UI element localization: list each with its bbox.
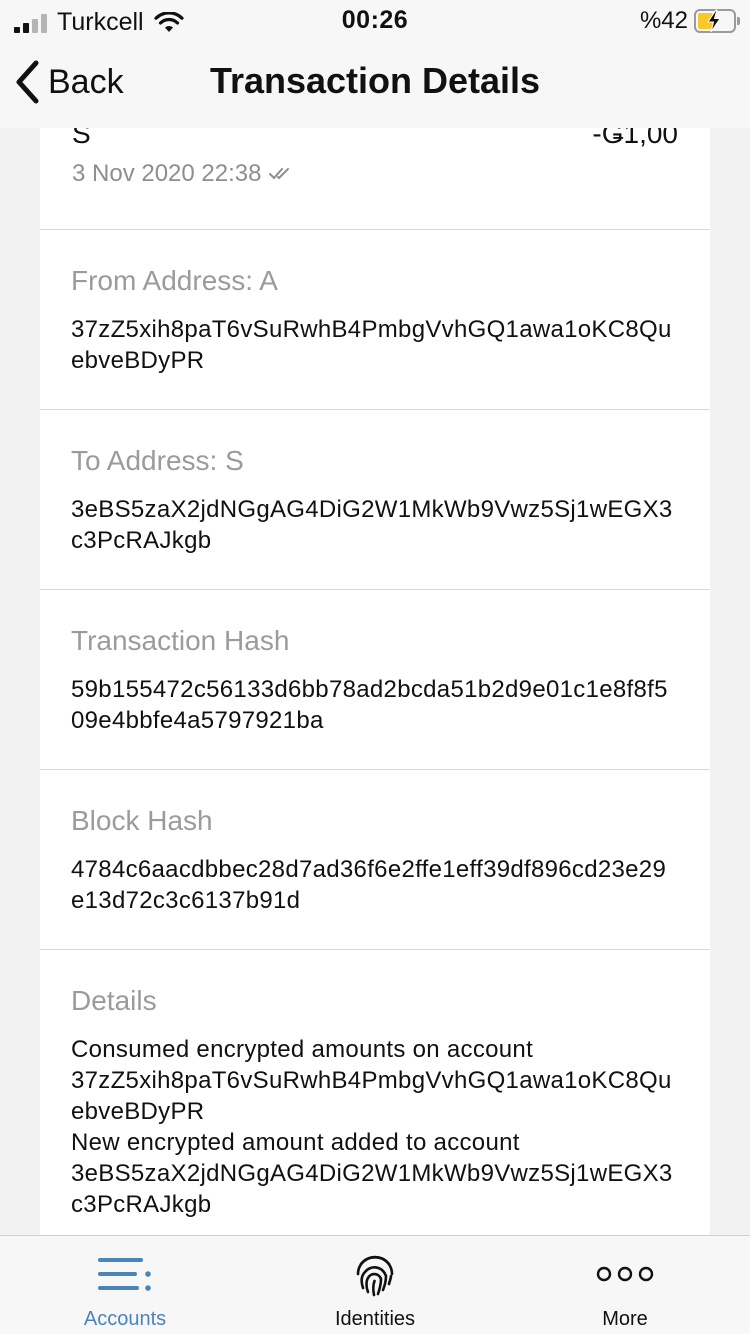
status-bar: Turkcell 00:26 %42 bbox=[0, 0, 750, 42]
list-icon bbox=[98, 1258, 151, 1291]
transaction-details-scroll[interactable]: S -Ǥ1,00 3 Nov 2020 22:38 From Address: … bbox=[0, 128, 750, 1235]
transaction-summary: S -Ǥ1,00 3 Nov 2020 22:38 bbox=[40, 128, 710, 230]
details-line: Consumed encrypted amounts on account bbox=[71, 1036, 534, 1063]
section-label: Block Hash bbox=[71, 805, 213, 836]
tab-label: Identities bbox=[334, 1308, 416, 1330]
counterparty-name: S bbox=[72, 128, 91, 149]
transaction-amount: -Ǥ1,00 bbox=[592, 128, 678, 149]
tab-bar: Accounts Identities More bbox=[0, 1235, 750, 1334]
to-address-section: To Address: S 3eBS5zaX2jdNGgAG4DiG2W1MkW… bbox=[40, 410, 710, 590]
status-right: %42 bbox=[639, 7, 740, 35]
tab-identities[interactable]: Identities bbox=[250, 1236, 500, 1334]
block-hash-value[interactable]: 4784c6aacdbbec28d7ad36f6e2ffe1eff39df896… bbox=[71, 854, 678, 916]
page-title: Transaction Details bbox=[209, 60, 541, 101]
to-address-value[interactable]: 3eBS5zaX2jdNGgAG4DiG2W1MkWb9Vwz5Sj1wEGX3… bbox=[71, 494, 678, 556]
from-address-value[interactable]: 37zZ5xih8paT6vSuRwhB4PmbgVvhGQ1awa1oKC8Q… bbox=[71, 314, 678, 376]
block-hash-section: Block Hash 4784c6aacdbbec28d7ad36f6e2ffe… bbox=[40, 770, 710, 950]
transaction-date-row: 3 Nov 2020 22:38 bbox=[72, 160, 293, 188]
transaction-date: 3 Nov 2020 22:38 bbox=[72, 160, 262, 187]
tab-more[interactable]: More bbox=[500, 1236, 750, 1334]
from-address-section: From Address: A 37zZ5xih8paT6vSuRwhB4Pmb… bbox=[40, 230, 710, 410]
clock: 00:26 bbox=[341, 6, 409, 34]
transaction-card: S -Ǥ1,00 3 Nov 2020 22:38 From Address: … bbox=[40, 128, 710, 1235]
battery-charging-icon bbox=[694, 9, 740, 33]
double-check-icon bbox=[269, 168, 290, 180]
fingerprint-icon bbox=[356, 1255, 394, 1297]
section-label: Transaction Hash bbox=[71, 625, 290, 656]
tab-label: More bbox=[602, 1308, 648, 1330]
tab-accounts[interactable]: Accounts bbox=[0, 1236, 250, 1334]
details-line: 37zZ5xih8paT6vSuRwhB4PmbgVvhGQ1awa1oKC8Q… bbox=[71, 1067, 672, 1125]
section-label: Details bbox=[71, 985, 157, 1016]
navigation-bar: Back Transaction Details bbox=[0, 42, 750, 128]
battery-percent: %42 bbox=[639, 7, 688, 34]
details-line: New encrypted amount added to account bbox=[71, 1129, 520, 1156]
section-label: From Address: A bbox=[71, 265, 278, 296]
more-dots-icon bbox=[596, 1266, 654, 1282]
details-value[interactable]: Consumed encrypted amounts on account 37… bbox=[71, 1034, 678, 1220]
details-section: Details Consumed encrypted amounts on ac… bbox=[40, 950, 710, 1220]
section-label: To Address: S bbox=[71, 445, 244, 476]
details-line: 3eBS5zaX2jdNGgAG4DiG2W1MkWb9Vwz5Sj1wEGX3… bbox=[71, 1160, 673, 1218]
tab-label: Accounts bbox=[83, 1308, 167, 1330]
transaction-hash-value[interactable]: 59b155472c56133d6bb78ad2bcda51b2d9e01c1e… bbox=[71, 674, 678, 736]
transaction-hash-section: Transaction Hash 59b155472c56133d6bb78ad… bbox=[40, 590, 710, 770]
